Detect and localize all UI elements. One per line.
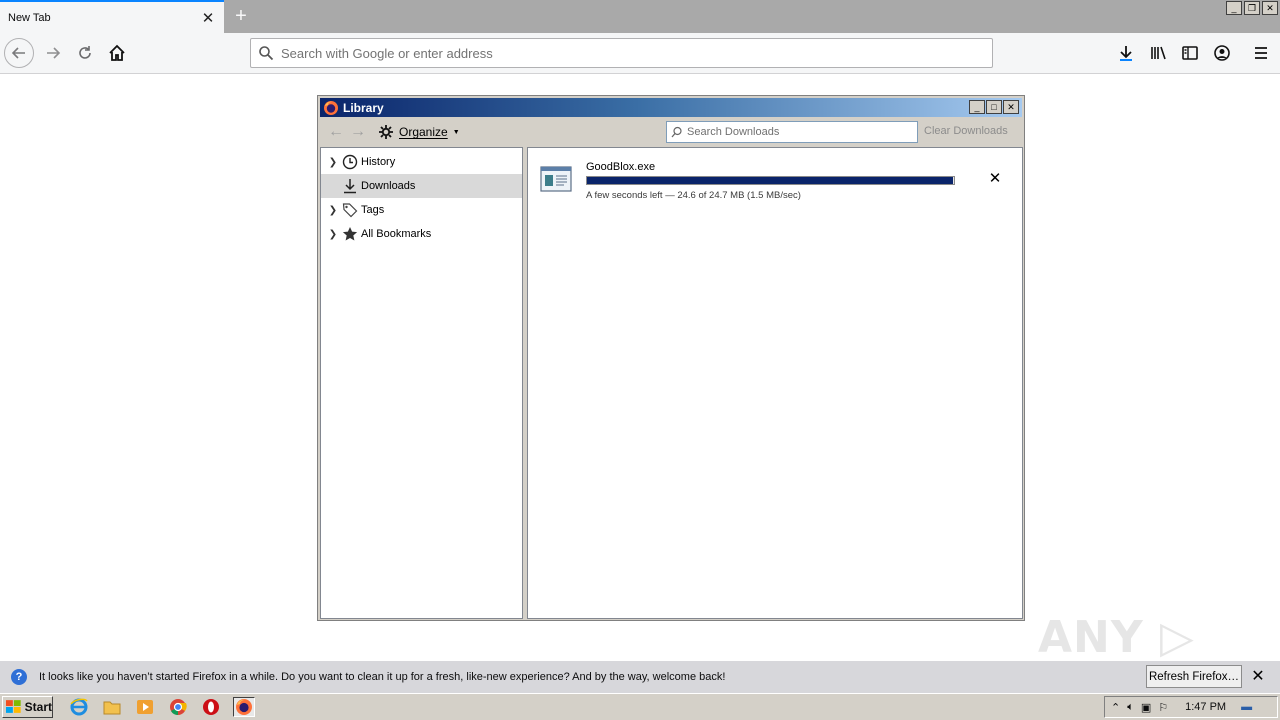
tray-expand-icon[interactable]: ⌃: [1111, 701, 1120, 714]
opera-icon[interactable]: [200, 697, 222, 717]
cancel-download-icon[interactable]: ✕: [988, 171, 1002, 186]
minimize-icon[interactable]: _: [1226, 1, 1242, 15]
sidebar-item-label: All Bookmarks: [361, 228, 432, 240]
library-button[interactable]: [1143, 38, 1173, 68]
tag-icon: [341, 201, 359, 219]
download-item[interactable]: GoodBlox.exe A few seconds left — 24.6 o…: [528, 156, 1022, 202]
library-back-arrow-icon[interactable]: ←: [326, 123, 346, 141]
download-progress-bar: [586, 176, 955, 185]
search-downloads-icon: [671, 126, 682, 138]
chrome-icon[interactable]: [167, 697, 189, 717]
close-notification-icon[interactable]: ✕: [1250, 669, 1266, 685]
download-arrow-icon: [341, 177, 359, 195]
close-tab-icon[interactable]: ✕: [196, 6, 220, 30]
back-arrow-icon: [11, 47, 25, 59]
windows-logo-icon: [6, 700, 21, 713]
firefox-taskbar-icon[interactable]: [233, 697, 255, 717]
network-icon[interactable]: ▣: [1141, 701, 1151, 714]
close-window-icon[interactable]: ✕: [1262, 1, 1278, 15]
expand-chevron-icon[interactable]: ❯: [325, 229, 341, 240]
forward-arrow-icon: [47, 47, 61, 59]
organize-menu-button[interactable]: Organize ▼: [378, 123, 460, 141]
system-tray: ⌃ 🔈︎ ▣ ⚐ 1:47 PM ▬: [1104, 696, 1278, 718]
internet-explorer-icon[interactable]: [68, 697, 90, 717]
start-button[interactable]: Start: [2, 696, 53, 718]
url-bar[interactable]: [250, 38, 993, 68]
notification-bar: ? It looks like you haven’t started Fire…: [0, 661, 1280, 693]
library-close-icon[interactable]: ✕: [1003, 100, 1019, 114]
sidebar-item-downloads[interactable]: Downloads: [321, 174, 522, 198]
sidebar-item-label: Tags: [361, 204, 385, 216]
forward-button[interactable]: [38, 38, 68, 68]
clock[interactable]: 1:47 PM: [1185, 701, 1226, 713]
sidebar-item-tags[interactable]: ❯ Tags: [321, 198, 522, 222]
action-center-flag-icon[interactable]: ⚐: [1158, 701, 1168, 714]
windows-taskbar: Start ⌃ 🔈︎ ▣ ⚐ 1:47 PM ▬: [0, 693, 1280, 720]
new-tab-plus-icon[interactable]: +: [229, 4, 253, 28]
sidebar-icon: [1182, 46, 1198, 60]
reload-icon: [79, 46, 91, 59]
notification-message: It looks like you haven’t started Firefo…: [39, 671, 726, 683]
tab-strip: New Tab ✕ + _ ❐ ✕: [0, 0, 1280, 33]
download-filename: GoodBlox.exe: [586, 161, 656, 173]
tab-new-tab[interactable]: New Tab ✕: [0, 0, 224, 33]
search-downloads-box[interactable]: [666, 121, 918, 143]
gear-icon: [379, 125, 393, 139]
sidebar-item-all-bookmarks[interactable]: ❯ All Bookmarks: [321, 222, 522, 246]
sidebar-item-label: History: [361, 156, 396, 168]
library-forward-arrow-icon[interactable]: →: [348, 123, 368, 141]
refresh-firefox-button[interactable]: Refresh Firefox…: [1146, 665, 1242, 688]
executable-file-icon: [540, 166, 572, 192]
library-window: Library _ □ ✕ ← → Organize ▼ Clear Downl…: [317, 95, 1025, 621]
account-button[interactable]: [1207, 38, 1237, 68]
search-downloads-input[interactable]: [687, 126, 917, 138]
library-sidebar-tree: ❯ History Downloads ❯ Tags ❯ All Bookmar…: [320, 147, 523, 619]
library-title: Library: [343, 100, 384, 115]
hamburger-menu-icon: [1255, 47, 1267, 59]
library-toolbar: ← → Organize ▼ Clear Downloads: [320, 119, 1022, 145]
file-explorer-icon[interactable]: [101, 697, 123, 717]
search-icon: [251, 45, 281, 61]
star-icon: [341, 225, 359, 243]
downloads-list: GoodBlox.exe A few seconds left — 24.6 o…: [527, 147, 1023, 619]
download-icon: [1120, 46, 1132, 61]
expand-chevron-icon[interactable]: ❯: [325, 157, 341, 168]
url-input[interactable]: [281, 45, 992, 61]
expand-chevron-icon[interactable]: ❯: [325, 205, 341, 216]
menu-button[interactable]: [1246, 38, 1276, 68]
home-button[interactable]: [102, 38, 132, 68]
nav-bar: [0, 33, 1280, 74]
library-title-bar[interactable]: Library _ □ ✕: [320, 98, 1022, 117]
organize-label: Organize: [399, 125, 448, 139]
sidebar-item-label: Downloads: [361, 180, 416, 192]
downloads-button[interactable]: [1111, 38, 1141, 68]
download-status: A few seconds left — 24.6 of 24.7 MB (1.…: [586, 190, 801, 201]
clear-downloads-button[interactable]: Clear Downloads: [924, 125, 1008, 137]
download-progress-fill: [587, 177, 953, 184]
library-window-controls: _ □ ✕: [969, 100, 1019, 114]
media-player-icon[interactable]: [134, 697, 156, 717]
browser-window-controls: _ ❐ ✕: [1226, 1, 1278, 15]
back-button[interactable]: [4, 38, 34, 68]
chevron-down-icon: ▼: [452, 128, 460, 136]
reload-button[interactable]: [70, 38, 100, 68]
library-icon: [1151, 46, 1166, 60]
quick-launch: [68, 697, 255, 717]
sidebar-item-history[interactable]: ❯ History: [321, 150, 522, 174]
show-desktop-icon[interactable]: ▬: [1241, 701, 1252, 713]
start-label: Start: [24, 700, 52, 714]
firefox-logo-icon: [324, 100, 338, 115]
home-icon: [109, 44, 125, 61]
history-clock-icon: [341, 153, 359, 171]
library-minimize-icon[interactable]: _: [969, 100, 985, 114]
question-info-icon: ?: [11, 669, 27, 685]
volume-icon[interactable]: 🔈︎: [1127, 701, 1134, 714]
library-maximize-icon[interactable]: □: [986, 100, 1002, 114]
restore-icon[interactable]: ❐: [1244, 1, 1260, 15]
tab-title: New Tab: [8, 11, 51, 24]
sidebar-button[interactable]: [1175, 38, 1205, 68]
account-icon: [1214, 45, 1230, 61]
